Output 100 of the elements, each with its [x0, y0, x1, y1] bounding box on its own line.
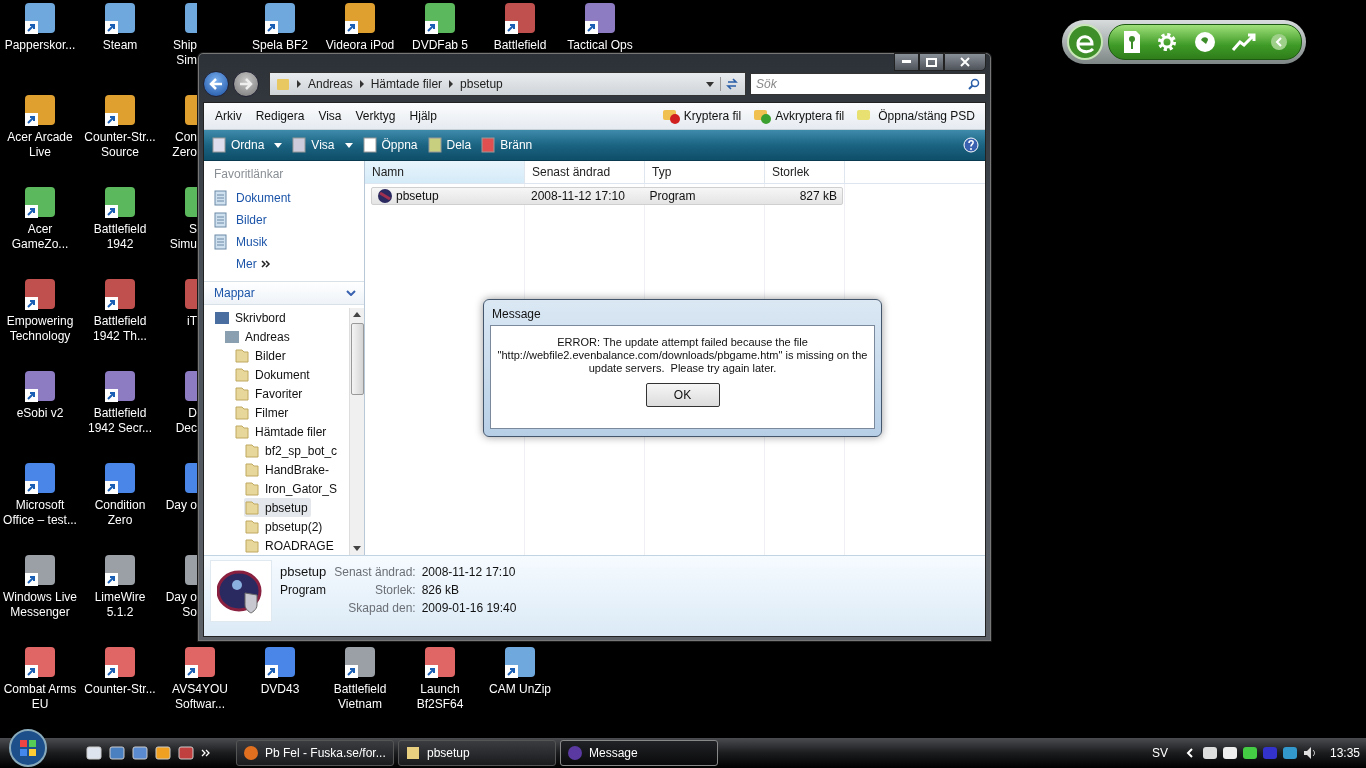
- menu-item[interactable]: Verktyg: [348, 109, 403, 123]
- folder-tree-item[interactable]: Skrivbord: [214, 308, 349, 327]
- tray-icon[interactable]: [1241, 745, 1258, 761]
- help-icon[interactable]: [963, 137, 979, 153]
- desktop-icon-label[interactable]: S Simu: [169, 222, 197, 252]
- folder-tree-item[interactable]: Dokument: [234, 365, 349, 384]
- desktop-icon-label[interactable]: Microsoft Office – test...: [3, 498, 77, 528]
- close-button[interactable]: [944, 53, 986, 71]
- tray-icon[interactable]: [1281, 745, 1298, 761]
- toolbar-button[interactable]: Avkryptera fil: [747, 107, 851, 125]
- refresh-icon[interactable]: [720, 77, 739, 91]
- key-document-icon[interactable]: [1121, 30, 1142, 54]
- forward-button[interactable]: [233, 71, 259, 97]
- quick-launch-icon[interactable]: [178, 745, 194, 761]
- search-icon[interactable]: [968, 78, 980, 90]
- desktop-icon-label[interactable]: DVD43: [260, 682, 300, 697]
- breadcrumb-item[interactable]: Andreas: [308, 77, 353, 91]
- menu-item[interactable]: Redigera: [248, 109, 312, 123]
- menu-item[interactable]: Arkiv: [208, 109, 249, 123]
- search-field[interactable]: Sök: [750, 73, 986, 95]
- desktop-icon-label[interactable]: Day o So: [165, 590, 197, 620]
- command-button[interactable]: Bränn: [479, 137, 541, 153]
- desktop-icon-label[interactable]: LimeWire 5.1.2: [94, 590, 146, 620]
- more-link[interactable]: Mer: [214, 253, 364, 275]
- scrollbar-thumb[interactable]: [350, 323, 364, 395]
- toolbar-button[interactable]: Kryptera fil: [655, 107, 748, 125]
- desktop-icon-label[interactable]: Spela BF2: [251, 38, 308, 53]
- command-button[interactable]: Ordna: [210, 137, 291, 153]
- scroll-up-icon[interactable]: [353, 312, 361, 317]
- maximize-button[interactable]: [919, 53, 944, 71]
- folder-tree-item[interactable]: Iron_Gator_S: [244, 479, 349, 498]
- file-row[interactable]: pbsetup 2008-11-12 17:10 Program 827 kB: [371, 187, 843, 205]
- folder-tree-item[interactable]: Andreas: [224, 327, 349, 346]
- chevron-icon[interactable]: [1185, 748, 1194, 758]
- globe-icon[interactable]: [1193, 30, 1217, 54]
- collapse-icon[interactable]: [1270, 33, 1289, 51]
- menu-item[interactable]: Hjälp: [402, 109, 444, 123]
- folder-tree-item[interactable]: ROADRAGE: [244, 536, 349, 555]
- favorite-link[interactable]: Musik: [214, 231, 364, 253]
- start-button[interactable]: [8, 728, 48, 768]
- taskbar-button[interactable]: Pb Fel - Fuska.se/for...: [236, 740, 394, 766]
- desktop-icon-label[interactable]: Windows Live Messenger: [3, 590, 77, 620]
- ok-button[interactable]: OK: [645, 383, 720, 407]
- desktop-icon-label[interactable]: Launch Bf2SF64: [416, 682, 464, 712]
- command-button[interactable]: Visa: [290, 137, 361, 153]
- folder-tree-item[interactable]: Hämtade filer: [234, 422, 349, 441]
- desktop-icon-label[interactable]: D Dec: [175, 406, 197, 436]
- folder-tree-item[interactable]: HandBrake-: [244, 460, 349, 479]
- quick-launch-icon[interactable]: [86, 745, 102, 761]
- desktop-icon-label[interactable]: Acer Arcade Live: [7, 130, 73, 160]
- folder-tree-item[interactable]: Bilder: [234, 346, 349, 365]
- chevron-icon[interactable]: [201, 749, 211, 757]
- column-header[interactable]: Typ: [645, 161, 765, 183]
- quick-launch-icon[interactable]: [109, 745, 125, 761]
- command-button[interactable]: Dela: [425, 137, 480, 153]
- toolbar-button[interactable]: Öppna/stäng PSD: [850, 107, 981, 125]
- address-bar[interactable]: Andreas Hämtade filer pbsetup: [269, 72, 746, 96]
- back-button[interactable]: [203, 71, 229, 97]
- taskbar-button[interactable]: pbsetup: [398, 740, 556, 766]
- desktop-icon-label[interactable]: iT: [187, 314, 197, 329]
- tray-icon[interactable]: [1221, 745, 1238, 761]
- favorite-link[interactable]: Bilder: [214, 209, 364, 231]
- column-header[interactable]: Storlek: [765, 161, 845, 183]
- volume-icon[interactable]: [1301, 745, 1318, 761]
- folder-tree-item[interactable]: pbsetup: [244, 498, 311, 517]
- scroll-down-icon[interactable]: [353, 546, 361, 551]
- folder-tree-item[interactable]: pbsetup(2): [244, 517, 349, 536]
- taskbar-button[interactable]: Message: [560, 740, 718, 766]
- desktop-icon-label[interactable]: Con Zero: [172, 130, 197, 160]
- menu-item[interactable]: Visa: [311, 109, 349, 123]
- scrollbar-track[interactable]: [349, 308, 364, 555]
- minimize-button[interactable]: [894, 53, 919, 71]
- breadcrumb-item[interactable]: pbsetup: [460, 77, 503, 91]
- desktop-icon-label[interactable]: CAM UnZip: [489, 682, 551, 697]
- clock[interactable]: 13:35: [1329, 746, 1360, 760]
- desktop-icon-label[interactable]: Battlefield 1942 Secr...: [87, 406, 152, 436]
- column-header[interactable]: Namn: [365, 161, 525, 183]
- desktop-icon-label[interactable]: Empowering Technology: [6, 314, 74, 344]
- desktop-icon-label[interactable]: AVS4YOU Softwar...: [172, 682, 228, 712]
- desktop-icon-label[interactable]: Combat Arms EU: [3, 682, 77, 712]
- tray-icon[interactable]: [1201, 745, 1218, 761]
- desktop-icon-label[interactable]: Papperskor...: [4, 38, 76, 53]
- desktop-icon-label[interactable]: Condition Zero: [94, 498, 146, 528]
- desktop-icon-label[interactable]: Acer GameZo...: [11, 222, 69, 252]
- favorite-link[interactable]: Dokument: [214, 187, 364, 209]
- desktop-icon-label[interactable]: eSobi v2: [16, 406, 64, 421]
- desktop-icon-label[interactable]: DVDFab 5: [412, 38, 468, 53]
- quick-launch-icon[interactable]: [132, 745, 148, 761]
- desktop-icon-label[interactable]: Videora iPod: [325, 38, 395, 53]
- desktop-icon-label[interactable]: Tactical Ops: [567, 38, 633, 53]
- dropdown-icon[interactable]: [706, 81, 714, 87]
- folder-tree-item[interactable]: Favoriter: [234, 384, 349, 403]
- desktop-icon-label[interactable]: Battlefield Vietnam: [333, 682, 387, 712]
- command-button[interactable]: Öppna: [360, 137, 426, 153]
- desktop-icon-label[interactable]: Battlefield: [493, 38, 547, 53]
- language-indicator[interactable]: SV: [1151, 746, 1168, 760]
- desktop-icon-label[interactable]: Ship Sim: [172, 38, 197, 68]
- desktop-icon-label[interactable]: Battlefield 1942 Th...: [93, 314, 147, 344]
- desktop-icon-label[interactable]: Day o: [165, 498, 197, 513]
- column-header[interactable]: Senast ändrad: [525, 161, 645, 183]
